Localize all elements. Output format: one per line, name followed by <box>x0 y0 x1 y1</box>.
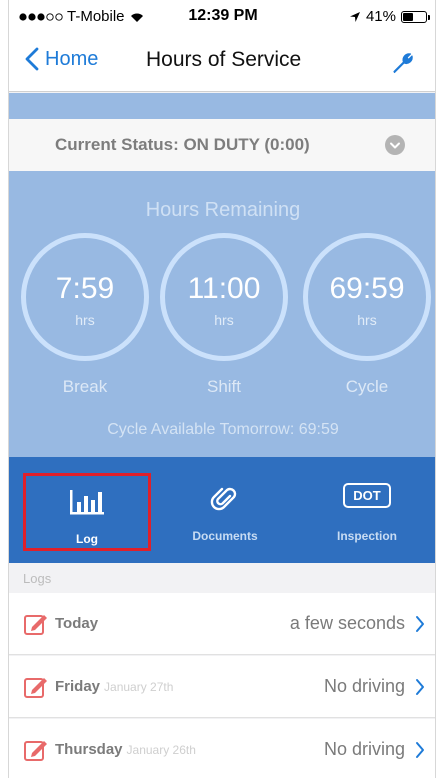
current-status-text: Current Status: ON DUTY (0:00) <box>55 135 310 154</box>
edit-icon <box>24 678 47 698</box>
log-date: January 27th <box>104 680 174 694</box>
log-day-name: Friday <box>55 678 101 695</box>
chevron-right-icon <box>416 616 424 632</box>
paperclip-icon <box>210 487 237 511</box>
wrench-icon <box>393 53 413 74</box>
log-row-friday[interactable]: Friday January 27th No driving <box>9 656 435 718</box>
battery-percent: 41% <box>365 8 396 25</box>
tab-log-label: Log <box>76 532 98 546</box>
current-status-row[interactable]: Current Status: ON DUTY (0:00) <box>9 119 435 171</box>
settings-button[interactable] <box>391 51 415 80</box>
log-value: No driving <box>323 739 405 759</box>
edit-icon <box>24 615 47 635</box>
cycle-label: Cycle <box>345 377 389 396</box>
log-date: January 26th <box>126 743 196 757</box>
shift-hours-value: 11:00 <box>187 272 261 305</box>
dot-icon: DOT <box>343 483 391 508</box>
back-button[interactable]: Home <box>25 47 98 71</box>
app-frame: T-Mobile 12:39 PM 41% Home Hours of Serv… <box>8 0 436 778</box>
bar-chart-icon <box>70 490 104 515</box>
chevron-left-icon <box>25 47 39 71</box>
log-day: Thursday January 26th <box>55 741 196 758</box>
tab-documents-label: Documents <box>192 529 258 543</box>
tab-inspection-label: Inspection <box>336 529 397 543</box>
log-row-today[interactable]: Today a few seconds <box>9 593 435 655</box>
cycle-hours-unit: hrs <box>357 312 377 328</box>
log-day-name: Today <box>55 615 99 632</box>
section-tab-bar: Log Documents DOT Inspection <box>9 457 435 563</box>
log-day: Today <box>55 615 102 632</box>
battery-fill <box>403 12 413 21</box>
page-title: Hours of Service <box>146 48 302 71</box>
tab-inspection[interactable]: DOT Inspection <box>303 473 431 551</box>
break-label: Break <box>62 377 108 396</box>
cycle-available-tomorrow: Cycle Available Tomorrow: 69:59 <box>107 421 339 438</box>
chevron-right-icon <box>416 679 424 695</box>
shift-ring: 11:00 hrs <box>160 233 288 361</box>
log-value: a few seconds <box>289 613 405 633</box>
break-hours-value: 7:59 <box>55 272 115 305</box>
cycle-hours-value: 69:59 <box>329 272 405 305</box>
logs-header-label: Logs <box>23 571 52 586</box>
logs-section-header: Logs <box>9 563 435 593</box>
cycle-ring: 69:59 hrs <box>303 233 431 361</box>
status-bar: T-Mobile 12:39 PM 41% <box>9 0 435 32</box>
hours-remaining-panel: Hours Remaining 7:59 hrs 11:00 hrs 69:59… <box>9 171 435 457</box>
status-bar-right: 41% <box>349 8 430 25</box>
hours-remaining-title: Hours Remaining <box>145 199 301 221</box>
header-band <box>9 93 435 119</box>
edit-icon <box>24 741 47 761</box>
status-dropdown-icon[interactable] <box>385 135 405 155</box>
log-day-name: Thursday <box>55 741 123 758</box>
navigation-bar: Home Hours of Service <box>9 32 435 92</box>
battery-icon <box>401 10 430 23</box>
log-day: Friday January 27th <box>55 678 173 695</box>
break-hours-unit: hrs <box>75 312 95 328</box>
chevron-right-icon <box>416 742 424 758</box>
location-arrow-icon <box>349 11 360 22</box>
tab-documents[interactable]: Documents <box>161 473 289 551</box>
shift-hours-unit: hrs <box>214 312 234 328</box>
chevron-down-icon <box>390 142 400 149</box>
log-row-thursday[interactable]: Thursday January 26th No driving <box>9 719 435 778</box>
log-value: No driving <box>323 676 405 696</box>
shift-label: Shift <box>206 377 242 396</box>
back-button-label: Home <box>45 47 99 70</box>
tab-log[interactable]: Log <box>23 473 151 551</box>
break-ring: 7:59 hrs <box>21 233 149 361</box>
